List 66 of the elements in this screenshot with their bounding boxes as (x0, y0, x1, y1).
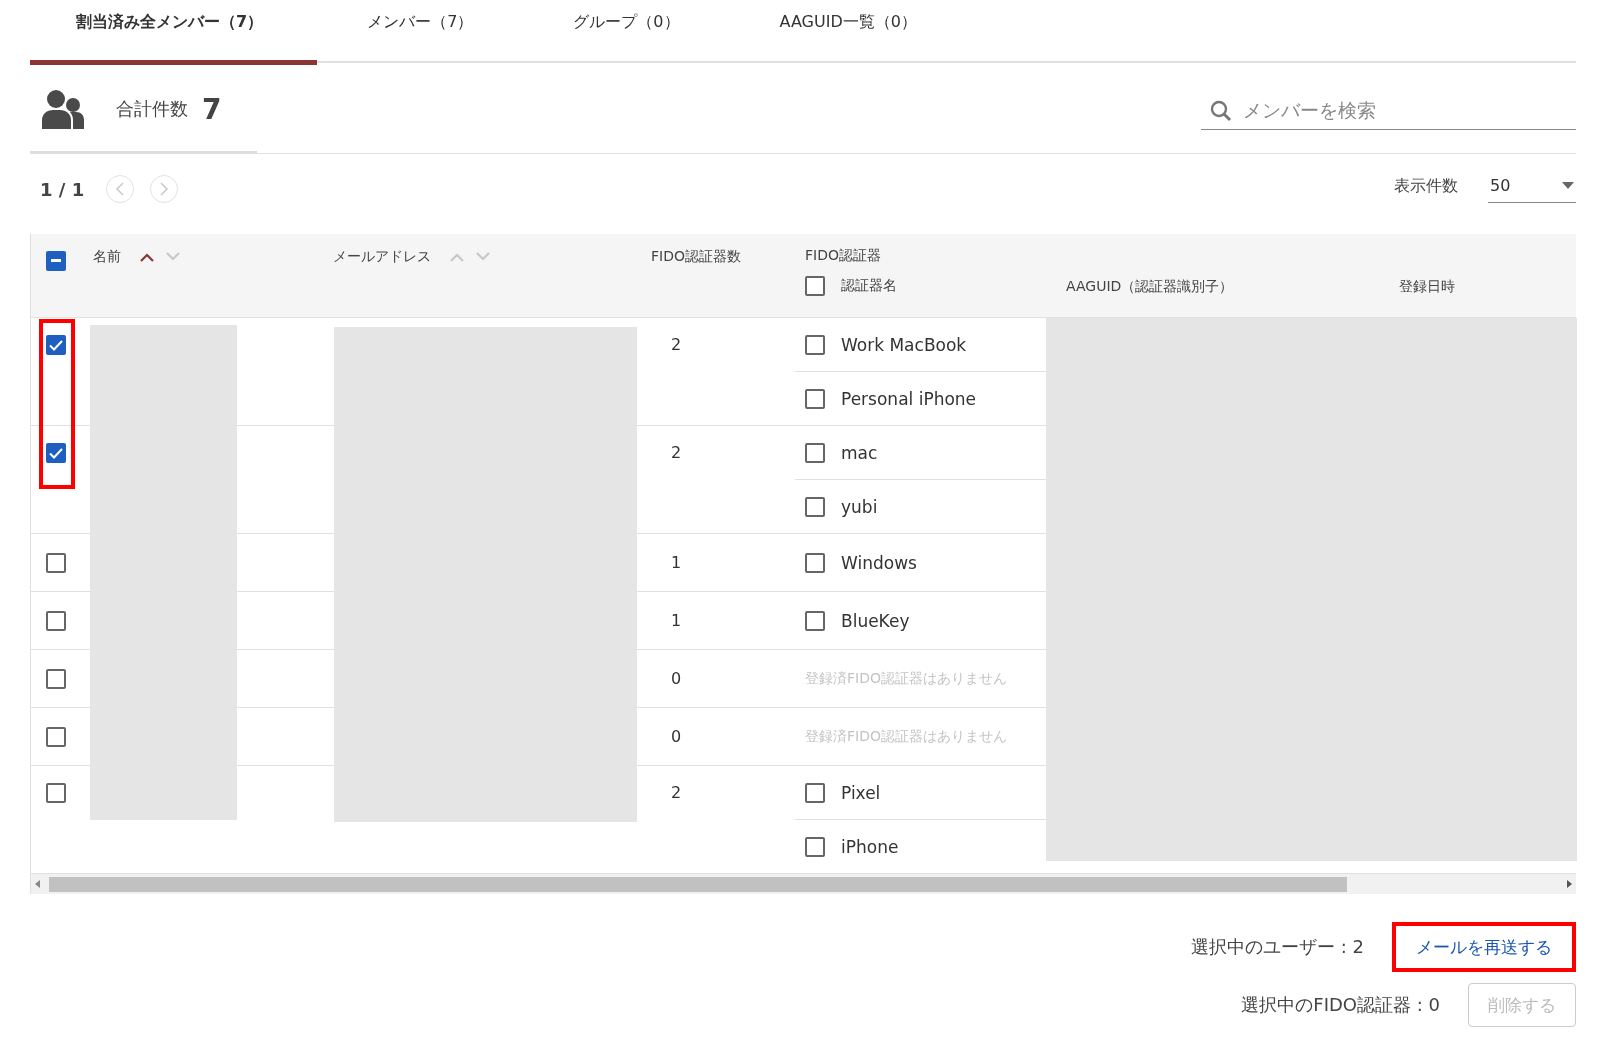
authenticator-count: 1 (671, 552, 683, 574)
authenticator-name: mac (841, 442, 878, 463)
authenticator-checkbox[interactable] (805, 334, 825, 355)
authenticator-checkbox[interactable] (805, 610, 825, 631)
authenticator-checkbox[interactable] (805, 496, 825, 517)
tab[interactable]: メンバー（7） (317, 0, 524, 63)
row-checkbox[interactable] (46, 443, 66, 463)
authenticator-name: iPhone (841, 836, 899, 857)
row-checkbox[interactable] (46, 335, 66, 355)
column-header: メールアドレス (333, 248, 431, 266)
chevron-right-icon (160, 182, 169, 196)
column-header: 名前 (93, 248, 121, 266)
authenticator-name: Windows (841, 552, 917, 573)
authenticator-checkbox[interactable] (805, 782, 825, 803)
row-checkbox[interactable] (46, 783, 66, 803)
column-header: FIDO認証器 (804, 247, 882, 265)
total-label: 合計件数 (116, 97, 188, 121)
column-header: FIDO認証器数 (651, 248, 741, 266)
authenticator-checkbox[interactable] (805, 388, 825, 409)
select-all-authenticators-checkbox[interactable] (805, 276, 825, 296)
authenticator-count: 0 (671, 668, 683, 690)
authenticator-count: 0 (671, 726, 683, 748)
authenticator-count: 2 (671, 334, 683, 356)
page-indicator: 1 / 1 (40, 178, 85, 200)
row-checkbox[interactable] (46, 553, 66, 573)
authenticator-count: 2 (671, 782, 683, 804)
resend-email-button[interactable]: メールを再送する (1392, 922, 1576, 972)
empty-message: 登録済FIDO認証器はありません (805, 669, 1007, 688)
authenticator-checkbox[interactable] (805, 836, 825, 857)
row-checkbox[interactable] (46, 727, 66, 747)
dropdown-caret-icon (1562, 181, 1574, 190)
authenticator-name: BlueKey (841, 610, 910, 631)
empty-message: 登録済FIDO認証器はありません (805, 727, 1007, 746)
horizontal-scrollbar[interactable] (31, 874, 1576, 894)
column-header: AAGUID（認証器識別子） (1066, 278, 1234, 294)
authenticator-name: Personal iPhone (841, 388, 977, 409)
row-checkbox[interactable] (46, 669, 66, 689)
total-count: 7 (202, 92, 222, 126)
authenticator-name: yubi (841, 496, 878, 517)
row-checkbox[interactable] (46, 611, 66, 631)
selected-authenticators-count: 選択中のFIDO認証器 : 0 (1241, 993, 1440, 1017)
selected-users-count: 選択中のユーザー : 2 (1191, 935, 1364, 959)
search-icon (1209, 99, 1233, 123)
tab[interactable]: AAGUID一覧（0） (729, 0, 967, 63)
tab[interactable]: グループ（0） (523, 0, 730, 63)
scroll-right-arrow-icon[interactable] (1566, 880, 1572, 888)
tab[interactable]: 割当済み全メンバー（7） (30, 0, 318, 65)
checkmark-icon (49, 447, 63, 459)
column-header: 登録日時 (1399, 278, 1455, 294)
chevron-left-icon (116, 182, 125, 196)
scroll-left-arrow-icon[interactable] (35, 880, 41, 888)
authenticator-name: Work MacBook (841, 334, 967, 355)
people-icon (42, 88, 84, 130)
select-all-checkbox[interactable] (46, 250, 66, 271)
authenticator-name: Pixel (841, 782, 881, 803)
page-size-label: 表示件数 (1394, 175, 1458, 197)
minus-icon (51, 259, 61, 262)
checkmark-icon (49, 339, 63, 351)
authenticator-count: 1 (671, 610, 683, 632)
sort-ascending-icon[interactable] (139, 252, 155, 262)
column-header: 認証器名 (841, 277, 897, 295)
authenticator-count: 2 (671, 442, 683, 464)
search-field[interactable]: メンバーを検索 (1201, 90, 1576, 130)
authenticator-checkbox[interactable] (805, 442, 825, 463)
authenticator-checkbox[interactable] (805, 552, 825, 573)
page-size-select[interactable]: 50 (1488, 169, 1576, 203)
